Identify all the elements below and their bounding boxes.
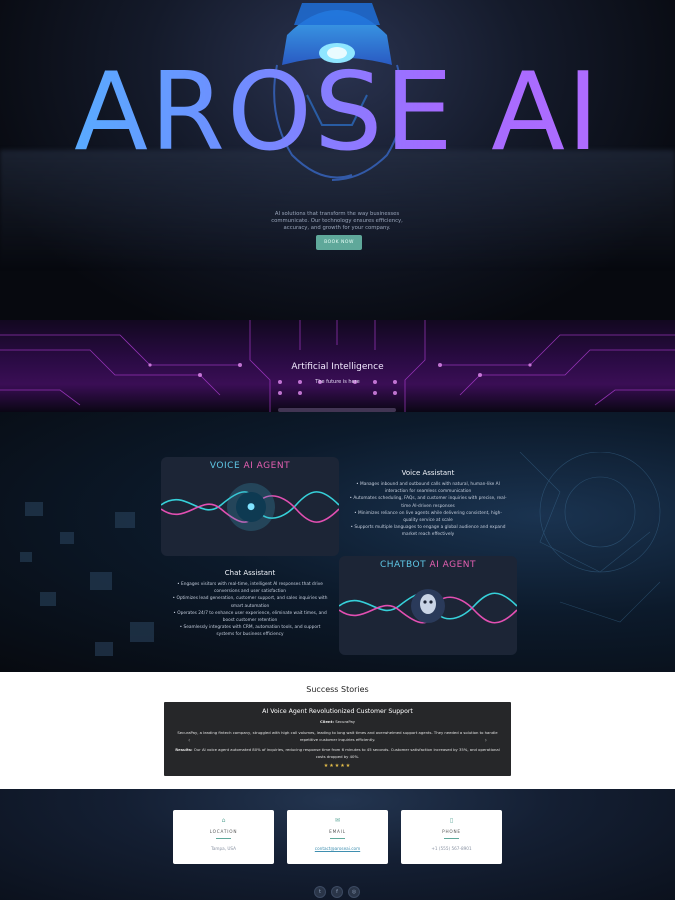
location-card: ⌂ LOCATION Tampa, USA [173,810,274,864]
ai-banner-tagline: The future is here [315,379,360,385]
phone-icon: ▯ [449,817,454,824]
microphone-icon: ● [247,502,255,512]
email-card: ✉ EMAIL contact@aroseai.com [287,810,388,864]
email-label: EMAIL [329,829,346,834]
story-results: Results: Our AI voice agent automated 80… [175,747,500,759]
hero-title: AROSE AI [0,58,675,168]
story-client: Client: SecuraPay [319,719,356,724]
phone-value: +1 (555) 567-8901 [431,846,472,851]
list-item: Manages inbound and outbound calls with … [349,481,507,495]
carousel-prev-icon[interactable]: ‹ [188,737,190,744]
story-body: SecuraPay, a leading fintech company, st… [177,730,498,742]
chat-assistant-description: Chat Assistant Engages visitors with rea… [171,569,329,639]
list-item: Supports multiple languages to engage a … [349,524,507,538]
voice-ai-agent-card[interactable]: VOICE AI AGENT ● [161,457,339,556]
book-now-button[interactable]: BOOK NOW [316,235,362,250]
voice-card-title: VOICE AI AGENT [209,461,291,471]
map-pin-icon: ⌂ [221,817,226,824]
testimonial-card: AI Voice Agent Revolutionized Customer S… [164,702,511,776]
divider [330,838,345,839]
story-title: AI Voice Agent Revolutionized Customer S… [262,708,413,715]
voice-assistant-heading: Voice Assistant [401,469,455,477]
facebook-icon[interactable]: f [331,886,343,898]
phone-card: ▯ PHONE +1 (555) 567-8901 [401,810,502,864]
success-stories-section: Success Stories AI Voice Agent Revolutio… [0,672,675,789]
voice-assistant-description: Voice Assistant Manages inbound and outb… [349,469,507,539]
ai-banner-title: Artificial Intelligence [291,362,384,372]
envelope-icon: ✉ [334,817,341,824]
list-item: Automates scheduling, FAQs, and customer… [349,495,507,509]
email-link[interactable]: contact@aroseai.com [287,846,388,851]
list-item: Seamlessly integrates with CRM, automati… [171,624,329,638]
list-item: Engages visitors with real-time, intelli… [171,581,329,595]
success-stories-heading: Success Stories [306,685,369,694]
services-section: VOICE AI AGENT ● Voice Assistant Manages… [0,412,675,672]
list-item: Operates 24/7 to enhance user experience… [171,610,329,624]
divider [444,838,459,839]
hero-subtitle: AI solutions that transform the way busi… [271,211,403,232]
list-item: Optimizes lead generation, customer supp… [171,595,329,609]
contact-section: ⌂ LOCATION Tampa, USA ✉ EMAIL contact@ar… [0,789,675,900]
chatbot-card-title: CHATBOT AI AGENT [379,560,477,570]
rating-stars: ★★★★★ [323,763,352,769]
voice-assistant-features: Manages inbound and outbound calls with … [349,481,507,539]
chat-assistant-features: Engages visitors with real-time, intelli… [171,581,329,639]
chatbot-ai-agent-card[interactable]: CHATBOT AI AGENT [339,556,517,655]
artificial-intelligence-banner: Artificial Intelligence The future is he… [0,320,675,412]
phone-label: PHONE [442,829,461,834]
chat-assistant-heading: Chat Assistant [224,569,276,577]
list-item: Minimizes reliance on live agents while … [349,510,507,524]
location-label: LOCATION [209,829,238,834]
twitter-icon[interactable]: t [314,886,326,898]
hero-section: AROSE AI AI solutions that transform the… [0,0,675,320]
robot-icon [420,596,436,614]
carousel-next-icon[interactable]: › [485,737,487,744]
instagram-icon[interactable]: ◎ [348,886,360,898]
divider [216,838,231,839]
location-value: Tampa, USA [210,846,237,851]
